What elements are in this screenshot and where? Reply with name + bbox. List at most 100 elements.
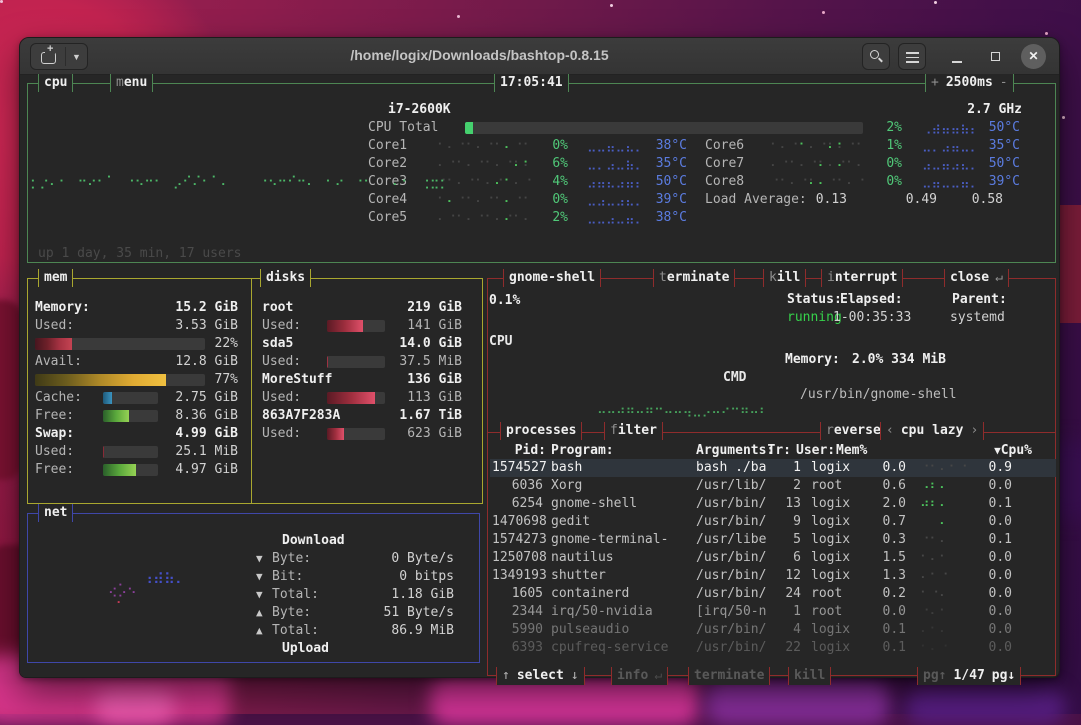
process-row[interactable]: 6036 Xorg /usr/lib/ 2 root 0.6 ⠠⠆⠄ 0.0 bbox=[490, 477, 1056, 495]
swap-free-value: 4.97 GiB bbox=[160, 461, 238, 479]
process-row[interactable]: 5990 pulseaudio /usr/bin/ 4 logix 0.1 ⠄⠂… bbox=[490, 621, 1056, 639]
process-row[interactable]: 6254 gnome-shell /usr/bin/ 13 logix 2.0 … bbox=[490, 495, 1056, 513]
filter-button[interactable]: filter bbox=[604, 422, 663, 440]
sort-next-button[interactable]: › bbox=[970, 423, 978, 438]
net-box-label: net bbox=[44, 505, 67, 520]
process-row[interactable]: 1470698 gedit /usr/bin/ 9 logix 0.7 ⠀⠀⠄ … bbox=[490, 513, 1056, 531]
mem-avail-bar-fill bbox=[35, 374, 166, 386]
cell-threads: 4 bbox=[773, 621, 801, 639]
plus-icon: + bbox=[45, 45, 55, 54]
cell-program: bash bbox=[551, 459, 582, 477]
process-row[interactable]: 1349193 shutter /usr/bin/ 12 logix 1.3 ⠄… bbox=[490, 567, 1056, 585]
detail-process-name: gnome-shell bbox=[509, 270, 595, 285]
close-button[interactable]: ✕ bbox=[1021, 44, 1046, 69]
kill-button[interactable]: kill bbox=[763, 269, 806, 287]
mem-avail-value: 12.8 GiB bbox=[130, 353, 238, 371]
process-row[interactable]: 6393 cpufreq-service /usr/bin/ 22 logix … bbox=[490, 639, 1056, 657]
detail-memory-value: 2.0% 334 MiB bbox=[852, 351, 946, 369]
direction-icon: ▲ bbox=[256, 622, 263, 640]
core-percent: 0% bbox=[852, 155, 902, 173]
interval-increase-button[interactable]: + bbox=[931, 75, 939, 90]
column-header-tr: Tr: bbox=[763, 442, 791, 460]
cell-user: root bbox=[811, 477, 842, 495]
process-row[interactable]: 1250708 nautilus /usr/bin/ 6 logix 1.5 ⠂… bbox=[490, 549, 1056, 567]
page-down-button[interactable]: pg↓ bbox=[992, 668, 1015, 683]
kill-footer-button[interactable]: kill bbox=[788, 667, 831, 685]
core-row: Core1 ⠂⠄⠐⠂⠄⠐⠂⠄⠐⠂ ⠀⠀⠀⠀⠀⠀⠀⠄⠀⠀ 0% ⣀⣀⣤⣀⣄⡀ 38… bbox=[368, 137, 688, 155]
detail-cmd-path: /usr/bin/gnome-shell bbox=[800, 386, 957, 404]
net-row-value: 0 bitps bbox=[320, 568, 454, 586]
net-graph-dot: ⠠ bbox=[112, 592, 122, 610]
process-row[interactable]: 1574273 gnome-terminal- /usr/libe 5 logi… bbox=[490, 531, 1056, 549]
terminate-button[interactable]: terminate bbox=[653, 269, 735, 287]
new-tab-button[interactable]: + bbox=[31, 44, 65, 69]
cell-pid: 6254 bbox=[492, 495, 543, 513]
arrow-up-icon[interactable]: ↑ bbox=[502, 668, 510, 683]
interval-decrease-button[interactable]: - bbox=[1000, 75, 1008, 90]
process-row[interactable]: 2344 irq/50-nvidia [irq/50-n 1 root 0.0 … bbox=[490, 603, 1056, 621]
core-row: Core2 ⠄⠐⠂⠄⠐⠂⠄⠐⠂⠄ ⠀⠀⠀⠀⠀⠀⠀⠀⠄⠂ 6% ⣀⡀⣠⣀⣦⡀ 35… bbox=[368, 155, 688, 173]
cell-mem-percent: 1.3 bbox=[856, 567, 906, 585]
swap-free-label: Free: bbox=[35, 461, 74, 479]
bashtop-app: cpu menu 17:05:41 +2500ms- i7-2600K 2.7 … bbox=[20, 76, 1059, 677]
maximize-button[interactable] bbox=[983, 43, 1009, 69]
cell-pid: 5990 bbox=[492, 621, 543, 639]
filter-hotkey: f bbox=[610, 423, 618, 438]
process-row[interactable]: 1574527 bash bash ./ba 1 logix 0.0 ⠐⠂⠄⠂⠐… bbox=[490, 459, 1056, 477]
core-temp: 39°C bbox=[978, 173, 1020, 191]
process-row[interactable]: 1605 containerd /usr/bin/ 24 root 0.2 ⠂⠐… bbox=[490, 585, 1056, 603]
reverse-button[interactable]: reverse bbox=[820, 422, 887, 440]
search-button[interactable] bbox=[862, 43, 890, 70]
terminate-footer-button[interactable]: terminate bbox=[688, 667, 770, 685]
sort-desc-icon: ▼ bbox=[994, 444, 1001, 457]
menu-button[interactable] bbox=[898, 43, 926, 70]
process-cpu-graph: ⠂⠄⠂ bbox=[920, 549, 949, 567]
menu-toggle-button[interactable]: menu bbox=[110, 74, 153, 92]
core-name: Core1 bbox=[368, 137, 407, 155]
minimize-button[interactable] bbox=[944, 43, 970, 69]
interrupt-button[interactable]: interrupt bbox=[821, 269, 903, 287]
cell-pid: 1574527 bbox=[492, 459, 543, 477]
mem-free-label: Free: bbox=[35, 407, 74, 425]
cell-arguments: bash ./ba bbox=[696, 459, 766, 477]
cell-arguments: /usr/lib/ bbox=[696, 477, 766, 495]
sort-prev-button[interactable]: ‹ bbox=[886, 423, 894, 438]
process-cpu-graph: ⠂⠐⠄ bbox=[920, 585, 949, 603]
kill-footer-label: kill bbox=[794, 668, 825, 683]
cell-pid: 2344 bbox=[492, 603, 543, 621]
cell-program: gnome-terminal- bbox=[551, 531, 668, 549]
core-row: Core8 ⠐⠂⠄⠐⠂⠄⠐⠂⠄⠐ ⠀⠀⠀⠀⠄⠄⠀⠀⠀⠀ 0% ⣀⣤⣀⣀⣤⡀ 39… bbox=[705, 173, 1025, 191]
core-row: Core7 ⠄⠐⠂⠄⠐⠂⠄⠐⠂⠄ ⠀⠀⠀⠀⠀⠄⠀⠄⠀⠀ 0% ⣠⣀⣤⣠⣄⡀ 50… bbox=[705, 155, 1025, 173]
arrow-down-icon[interactable]: ↓ bbox=[571, 668, 579, 683]
net-row-label: Byte: bbox=[272, 604, 311, 622]
core-temp-graph: ⣀⣤⣀⣀⣤⡀ bbox=[922, 173, 979, 191]
info-button[interactable]: info↵ bbox=[611, 667, 668, 685]
column-header-cpu: ▼Cpu% bbox=[970, 442, 1032, 460]
core-activity-graph-highlight: ⠀⠀⠀⠀⠀⠄⠀⠄⠀⠀ bbox=[770, 155, 865, 173]
cell-threads: 1 bbox=[773, 459, 801, 477]
cell-cpu-percent: 0.0 bbox=[962, 585, 1012, 603]
net-upload-header: Upload bbox=[282, 640, 329, 658]
column-header-mem: Mem% bbox=[836, 442, 867, 460]
net-row-label: Total: bbox=[272, 586, 319, 604]
page-up-button[interactable]: pg↑ bbox=[923, 668, 946, 683]
net-row-label: Total: bbox=[272, 622, 319, 640]
tab-list-button[interactable]: ▼ bbox=[66, 44, 87, 69]
cpu-box-label: cpu bbox=[44, 75, 67, 90]
core-percent: 0% bbox=[518, 137, 568, 155]
process-cpu-graph: ⠄⠂⠄ bbox=[920, 621, 949, 639]
mem-disks-divider bbox=[251, 279, 252, 503]
direction-icon: ▲ bbox=[256, 604, 263, 622]
cell-cpu-percent: 0.1 bbox=[962, 495, 1012, 513]
direction-icon: ▼ bbox=[256, 586, 263, 604]
close-detail-button[interactable]: close↵ bbox=[944, 269, 1009, 287]
titlebar[interactable]: + ▼ /home/logix/Downloads/bashtop-0.8.15… bbox=[20, 38, 1059, 75]
cell-user: root bbox=[811, 603, 842, 621]
core-percent: 2% bbox=[518, 209, 568, 227]
core-row: Core6 ⠂⠄⠐⠂⠄⠐⠂⠄⠐⠂ ⠀⠀⠀⠂⠀⠀⠄⠂⠀⠀ 1% ⣀⡀⣠⣤⣀⡀ 35… bbox=[705, 137, 1025, 155]
process-cpu-graph: ⠐⠄⠂ bbox=[920, 603, 949, 621]
interrupt-label: nterrupt bbox=[835, 270, 898, 285]
net-row-label: Byte: bbox=[272, 550, 311, 568]
page-indicator: 1/47 bbox=[953, 668, 984, 683]
disk-entry: sda5 14.0 GiB Used: 37.5 MiB bbox=[262, 335, 462, 371]
